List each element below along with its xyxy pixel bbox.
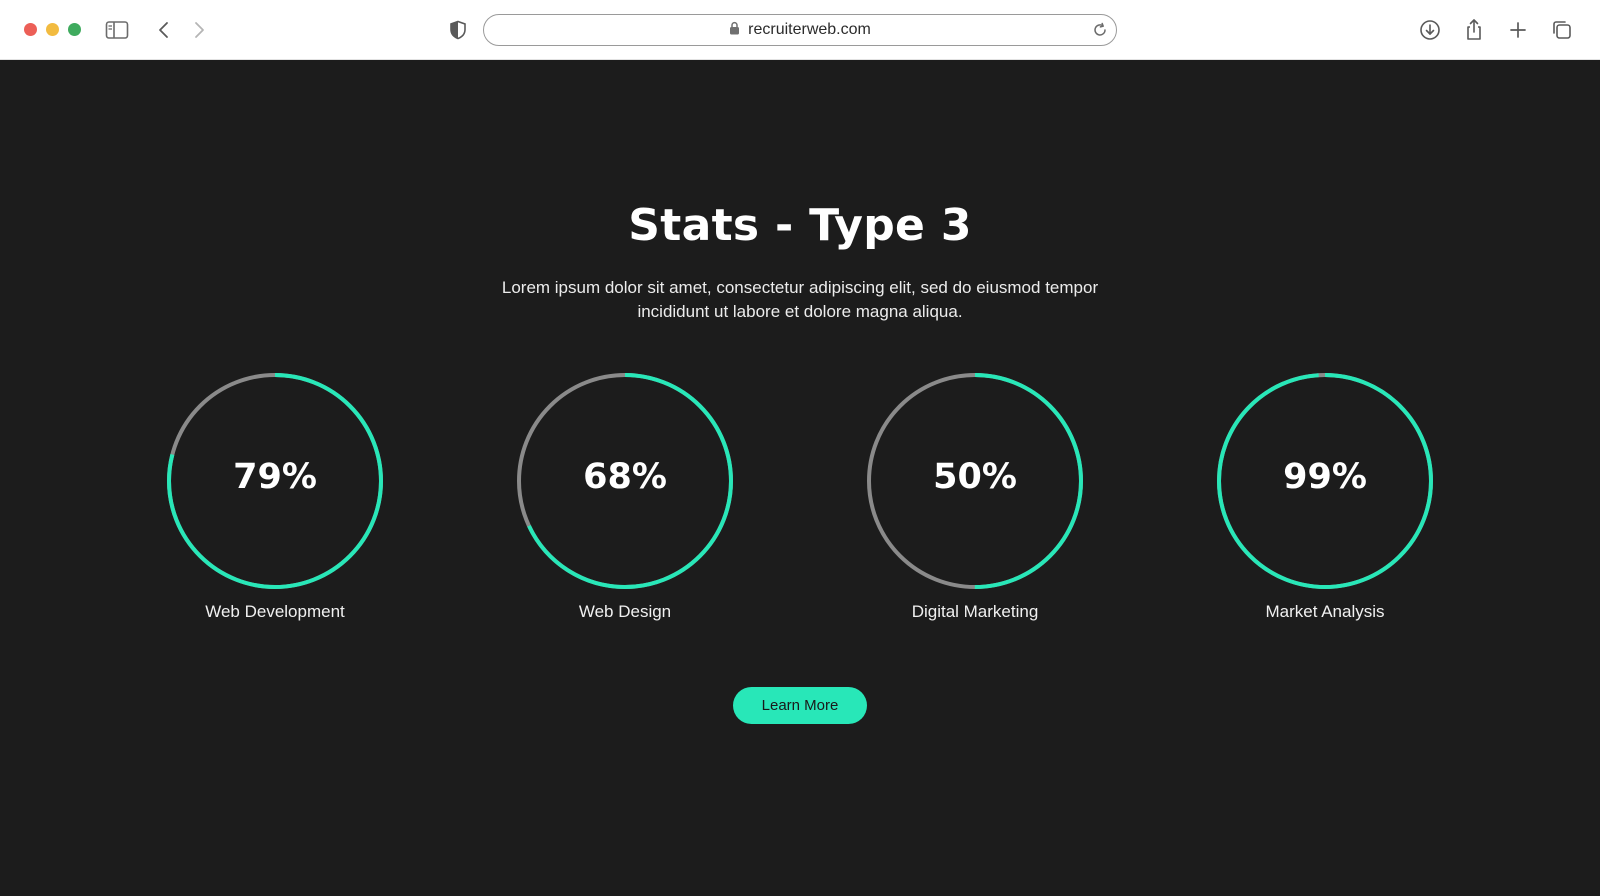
forward-icon[interactable] <box>185 16 213 44</box>
close-window-button[interactable] <box>24 23 37 36</box>
learn-more-button[interactable]: Learn More <box>733 687 867 724</box>
stats-page: Stats - Type 3 Lorem ipsum dolor sit ame… <box>0 60 1600 896</box>
section-title: Stats - Type 3 <box>628 200 972 251</box>
stat-web-design: 68% Web Design <box>510 366 740 626</box>
sidebar-icon[interactable] <box>103 16 131 44</box>
stat-label: Web Development <box>205 602 345 621</box>
stat-digital-marketing: 50% Digital Marketing <box>860 366 1090 626</box>
stat-percent: 50% <box>933 457 1017 497</box>
share-icon[interactable] <box>1460 16 1488 44</box>
reload-icon[interactable] <box>1092 22 1108 43</box>
section-description: Lorem ipsum dolor sit amet, consectetur … <box>501 278 1099 321</box>
minimize-window-button[interactable] <box>46 23 59 36</box>
new-tab-icon[interactable] <box>1504 16 1532 44</box>
stat-label: Web Design <box>578 602 672 621</box>
url-text: recruiterweb.com <box>748 21 871 38</box>
browser-toolbar: recruiterweb.com <box>0 0 1600 60</box>
stat-label: Market Analysis <box>1265 602 1385 621</box>
zoom-window-button[interactable] <box>68 23 81 36</box>
lock-icon <box>729 21 740 40</box>
stat-label: Digital Marketing <box>911 602 1039 621</box>
stat-percent: 68% <box>583 457 667 497</box>
download-icon[interactable] <box>1416 16 1444 44</box>
back-icon[interactable] <box>150 16 178 44</box>
stat-percent: 99% <box>1283 457 1367 497</box>
address-bar[interactable]: recruiterweb.com <box>483 14 1117 46</box>
stat-percent: 79% <box>233 457 317 497</box>
stat-web-development: 79% Web Development <box>160 366 390 626</box>
stat-market-analysis: 99% Market Analysis <box>1210 366 1440 626</box>
tabs-icon[interactable] <box>1548 16 1576 44</box>
shield-icon[interactable] <box>444 16 472 44</box>
